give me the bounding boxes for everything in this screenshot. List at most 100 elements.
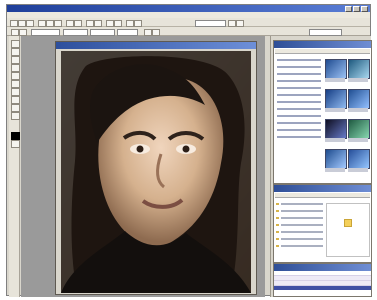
save-file-icon[interactable]: [26, 20, 34, 27]
shape-tool-icon[interactable]: [11, 104, 20, 112]
thumbnail-1[interactable]: [325, 59, 347, 79]
open-file-icon[interactable]: [18, 20, 26, 27]
tool-palette: [9, 36, 20, 297]
folder-item-1[interactable]: [277, 59, 321, 61]
thumbnail-7[interactable]: [325, 149, 347, 169]
tree-item-6[interactable]: [281, 238, 323, 240]
clone-tool-icon[interactable]: [11, 88, 20, 96]
thumbnail-6[interactable]: [348, 119, 370, 139]
background-color-swatch[interactable]: [11, 140, 20, 148]
browser-toolbar: [275, 49, 370, 54]
brush-tool-icon[interactable]: [11, 72, 20, 80]
tree-folder-icon-4: [276, 224, 279, 226]
thumbnail-label-2: [348, 78, 368, 82]
preview-panel: [273, 184, 372, 263]
thumbnail-label-7: [325, 168, 345, 172]
tree-folder-icon-5: [276, 231, 279, 233]
browser-panel-header: [274, 41, 371, 48]
folder-item-6[interactable]: [277, 94, 321, 96]
option-icon-2[interactable]: [19, 29, 27, 36]
option-field-3[interactable]: [90, 29, 115, 36]
thumbnail-5[interactable]: [325, 119, 347, 139]
lasso-tool-icon[interactable]: [11, 56, 20, 64]
folder-item-9[interactable]: [277, 115, 321, 117]
browser-panel: [273, 40, 372, 184]
zoom-in-icon[interactable]: [86, 20, 94, 27]
folder-item-5[interactable]: [277, 87, 321, 89]
option-icon-4[interactable]: [152, 29, 160, 36]
option-field-4[interactable]: [117, 29, 138, 36]
history-icon[interactable]: [134, 20, 142, 27]
right-panels: [270, 36, 372, 297]
foreground-color-swatch[interactable]: [11, 132, 20, 140]
tree-item-1[interactable]: [281, 203, 323, 205]
marquee-tool-icon[interactable]: [11, 48, 20, 56]
tree-item-5[interactable]: [281, 231, 323, 233]
document-window: [55, 41, 257, 295]
tree-folder-icon-2: [276, 210, 279, 212]
option-icon-1[interactable]: [11, 29, 19, 36]
thumbnail-label-4: [348, 108, 368, 112]
tree-folder-icon-3: [276, 217, 279, 219]
crop-tool-icon[interactable]: [11, 64, 20, 72]
option-field-2[interactable]: [63, 29, 88, 36]
option-icon-3[interactable]: [144, 29, 152, 36]
thumbnail-2[interactable]: [348, 59, 370, 79]
thumbnail-label-8: [348, 168, 368, 172]
portrait-image: [61, 51, 251, 293]
tree-item-7[interactable]: [281, 245, 323, 247]
info-panel-header: [274, 264, 371, 271]
eraser-tool-icon[interactable]: [11, 80, 20, 88]
search-field[interactable]: [309, 29, 342, 36]
folder-item-11[interactable]: [277, 129, 321, 131]
thumbnail-3[interactable]: [325, 89, 347, 109]
tree-item-4[interactable]: [281, 224, 323, 226]
folder-item-4[interactable]: [277, 80, 321, 82]
portrait-photo[interactable]: [61, 51, 251, 293]
thumbnail-label-6: [348, 138, 368, 142]
text-tool-icon[interactable]: [11, 96, 20, 104]
folder-item-7[interactable]: [277, 101, 321, 103]
help-icon[interactable]: [228, 20, 236, 27]
layers-icon[interactable]: [126, 20, 134, 27]
thumbnail-label-3: [325, 108, 345, 112]
thumbnail-4[interactable]: [348, 89, 370, 109]
settings-icon[interactable]: [236, 20, 244, 27]
tree-folder-icon-6: [276, 238, 279, 240]
paste-icon[interactable]: [54, 20, 62, 27]
cut-icon[interactable]: [38, 20, 46, 27]
window-titlebar: [7, 5, 370, 12]
undo-icon[interactable]: [66, 20, 74, 27]
info-panel: [273, 263, 372, 297]
preview-toolbar: [275, 193, 370, 198]
zoom-out-icon[interactable]: [94, 20, 102, 27]
option-field-1[interactable]: [31, 29, 60, 36]
application-window: [6, 4, 372, 297]
zoom-field[interactable]: [195, 20, 226, 27]
crop-icon[interactable]: [106, 20, 114, 27]
thumbnail-8[interactable]: [348, 149, 370, 169]
folder-item-8[interactable]: [277, 108, 321, 110]
preview-marker: [344, 219, 352, 227]
tree-folder-icon-7: [276, 245, 279, 247]
folder-item-10[interactable]: [277, 122, 321, 124]
move-tool-icon[interactable]: [11, 40, 20, 48]
redo-icon[interactable]: [74, 20, 82, 27]
folder-item-3[interactable]: [277, 73, 321, 75]
top-toolbar: [7, 18, 370, 27]
tree-folder-icon-1: [276, 203, 279, 205]
rotate-icon[interactable]: [114, 20, 122, 27]
preview-panel-header: [274, 185, 371, 192]
document-titlebar: [56, 42, 256, 49]
folder-item-2[interactable]: [277, 66, 321, 68]
tree-item-3[interactable]: [281, 217, 323, 219]
tree-item-2[interactable]: [281, 210, 323, 212]
copy-icon[interactable]: [46, 20, 54, 27]
thumbnail-label-1: [325, 78, 345, 82]
new-file-icon[interactable]: [10, 20, 18, 27]
thumbnail-label-5: [325, 138, 345, 142]
folder-item-12[interactable]: [277, 136, 321, 138]
preview-area: [326, 203, 370, 257]
info-row-3: [274, 285, 371, 290]
eyedropper-tool-icon[interactable]: [11, 112, 20, 120]
